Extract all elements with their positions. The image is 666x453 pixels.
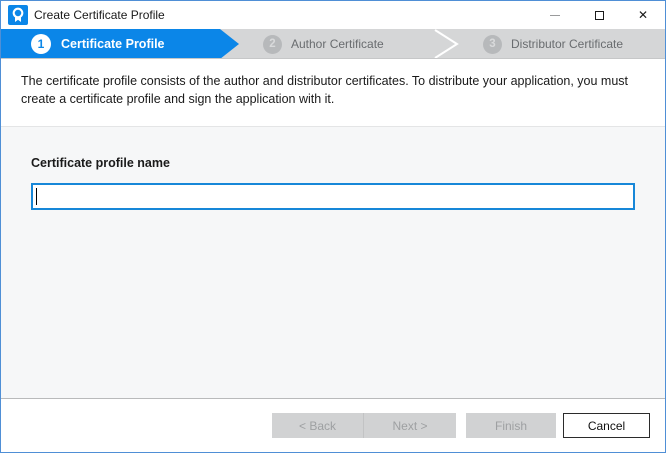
wizard-step-author-certificate[interactable]: 2 Author Certificate <box>263 29 384 59</box>
step-number-badge: 3 <box>483 35 502 54</box>
close-button[interactable]: ✕ <box>621 1 665 29</box>
main-content: Certificate profile name <box>1 126 665 398</box>
wizard-step-bar: 1 Certificate Profile 2 Author Certifica… <box>1 29 665 59</box>
text-caret <box>36 188 37 205</box>
maximize-button[interactable] <box>577 1 621 29</box>
certificate-profile-name-label: Certificate profile name <box>31 156 665 170</box>
wizard-step-distributor-certificate[interactable]: 3 Distributor Certificate <box>483 29 623 59</box>
step-label: Author Certificate <box>291 37 384 51</box>
finish-button[interactable]: Finish <box>466 413 556 438</box>
cancel-button[interactable]: Cancel <box>563 413 650 438</box>
description-area: The certificate profile consists of the … <box>1 59 665 126</box>
step-number-badge: 2 <box>263 35 282 54</box>
certificate-profile-name-field <box>31 183 635 210</box>
footer-button-bar: < Back Next > Finish Cancel <box>1 398 665 452</box>
back-button[interactable]: < Back <box>272 413 364 438</box>
step-label: Distributor Certificate <box>511 37 623 51</box>
chevron-separator-icon <box>432 29 460 59</box>
wizard-step-certificate-profile[interactable]: 1 Certificate Profile <box>1 29 239 59</box>
step-number-badge: 1 <box>31 34 51 54</box>
next-button[interactable]: Next > <box>364 413 456 438</box>
create-certificate-profile-dialog: Create Certificate Profile ✕ 1 Certifica… <box>0 0 666 453</box>
minimize-button[interactable] <box>533 1 577 29</box>
certificate-badge-icon <box>8 5 28 25</box>
description-text: The certificate profile consists of the … <box>21 72 643 108</box>
minimize-icon <box>550 15 560 16</box>
certificate-profile-name-input[interactable] <box>31 183 635 210</box>
close-icon: ✕ <box>638 9 648 21</box>
step-label: Certificate Profile <box>61 37 165 51</box>
window-controls: ✕ <box>533 1 665 29</box>
title-bar: Create Certificate Profile ✕ <box>1 1 665 29</box>
window-title: Create Certificate Profile <box>34 8 165 22</box>
maximize-icon <box>595 11 604 20</box>
